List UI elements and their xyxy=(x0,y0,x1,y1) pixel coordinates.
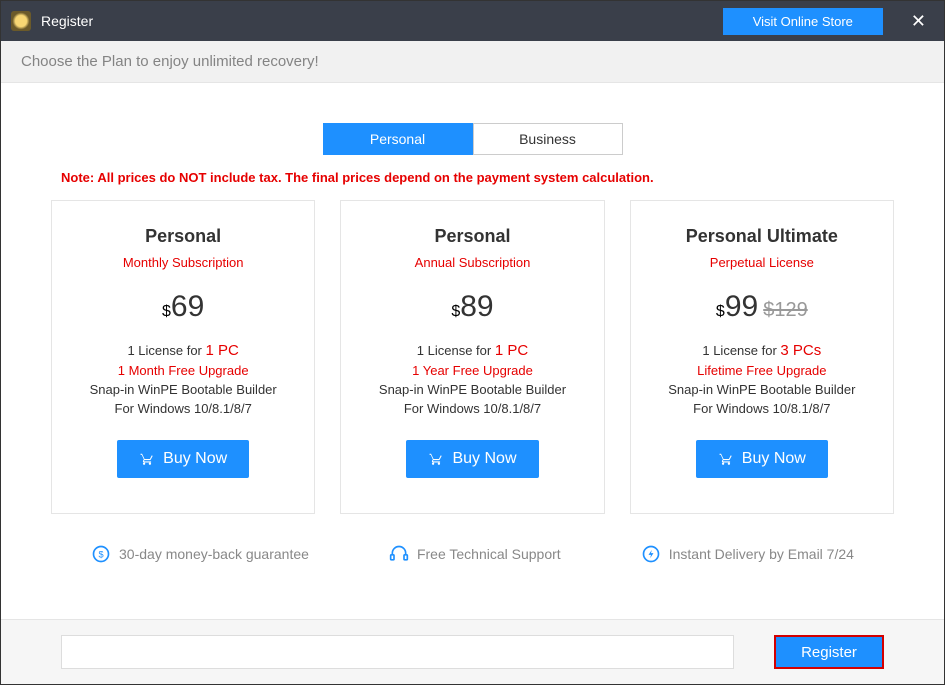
old-price: $129 xyxy=(763,299,808,321)
headset-icon xyxy=(389,544,409,564)
content-area: Personal Business Note: All prices do NO… xyxy=(1,83,944,564)
plan-card-ultimate: Personal Ultimate Perpetual License $99$… xyxy=(630,200,894,514)
close-icon[interactable]: ✕ xyxy=(903,11,934,32)
currency-symbol: $ xyxy=(451,303,460,320)
titlebar: Register Visit Online Store ✕ xyxy=(1,1,944,41)
support-assurance: Free Technical Support xyxy=(389,544,561,564)
price: $69 xyxy=(67,290,299,324)
upgrade-line: Lifetime Free Upgrade xyxy=(646,363,878,378)
price-amount: 69 xyxy=(171,290,204,323)
cart-icon xyxy=(428,452,444,466)
assurances-row: $ 30-day money-back guarantee Free Techn… xyxy=(51,544,894,564)
visit-online-store-button[interactable]: Visit Online Store xyxy=(723,8,883,35)
plan-subtitle: Annual Subscription xyxy=(356,255,588,270)
feature-line: For Windows 10/8.1/8/7 xyxy=(67,401,299,416)
currency-symbol: $ xyxy=(716,303,725,320)
price-amount: 89 xyxy=(460,290,493,323)
window-title: Register xyxy=(41,13,723,29)
feature-line: Snap-in WinPE Bootable Builder xyxy=(67,382,299,397)
license-line: 1 License for 1 PC xyxy=(67,342,299,359)
buy-now-button[interactable]: Buy Now xyxy=(117,440,249,478)
plan-title: Personal xyxy=(67,226,299,247)
tab-personal[interactable]: Personal xyxy=(323,123,473,155)
license-line: 1 License for 3 PCs xyxy=(646,342,878,359)
subheader-text: Choose the Plan to enjoy unlimited recov… xyxy=(1,41,944,83)
currency-symbol: $ xyxy=(162,303,171,320)
footer-bar: Register xyxy=(1,619,944,684)
plan-subtitle: Monthly Subscription xyxy=(67,255,299,270)
pricing-cards: Personal Monthly Subscription $69 1 Lice… xyxy=(41,200,904,514)
feature-line: Snap-in WinPE Bootable Builder xyxy=(356,382,588,397)
tax-note: Note: All prices do NOT include tax. The… xyxy=(61,170,884,185)
moneyback-icon: $ xyxy=(91,544,111,564)
buy-now-button[interactable]: Buy Now xyxy=(696,440,828,478)
feature-line: Snap-in WinPE Bootable Builder xyxy=(646,382,878,397)
moneyback-assurance: $ 30-day money-back guarantee xyxy=(91,544,309,564)
license-line: 1 License for 1 PC xyxy=(356,342,588,359)
app-icon xyxy=(11,11,31,31)
plan-subtitle: Perpetual License xyxy=(646,255,878,270)
upgrade-line: 1 Month Free Upgrade xyxy=(67,363,299,378)
feature-line: For Windows 10/8.1/8/7 xyxy=(646,401,878,416)
tab-business[interactable]: Business xyxy=(473,123,623,155)
plan-title: Personal Ultimate xyxy=(646,226,878,247)
plan-title: Personal xyxy=(356,226,588,247)
buy-now-button[interactable]: Buy Now xyxy=(406,440,538,478)
lightning-icon xyxy=(641,544,661,564)
price-amount: 99 xyxy=(725,290,758,323)
delivery-assurance: Instant Delivery by Email 7/24 xyxy=(641,544,854,564)
plan-card-annual: Personal Annual Subscription $89 1 Licen… xyxy=(340,200,604,514)
license-key-input[interactable] xyxy=(61,635,734,669)
feature-line: For Windows 10/8.1/8/7 xyxy=(356,401,588,416)
cart-icon xyxy=(718,452,734,466)
price: $99$129 xyxy=(646,290,878,324)
plan-tabs: Personal Business xyxy=(41,123,904,155)
register-button[interactable]: Register xyxy=(774,635,884,669)
plan-card-monthly: Personal Monthly Subscription $69 1 Lice… xyxy=(51,200,315,514)
upgrade-line: 1 Year Free Upgrade xyxy=(356,363,588,378)
svg-text:$: $ xyxy=(98,549,103,559)
cart-icon xyxy=(139,452,155,466)
price: $89 xyxy=(356,290,588,324)
